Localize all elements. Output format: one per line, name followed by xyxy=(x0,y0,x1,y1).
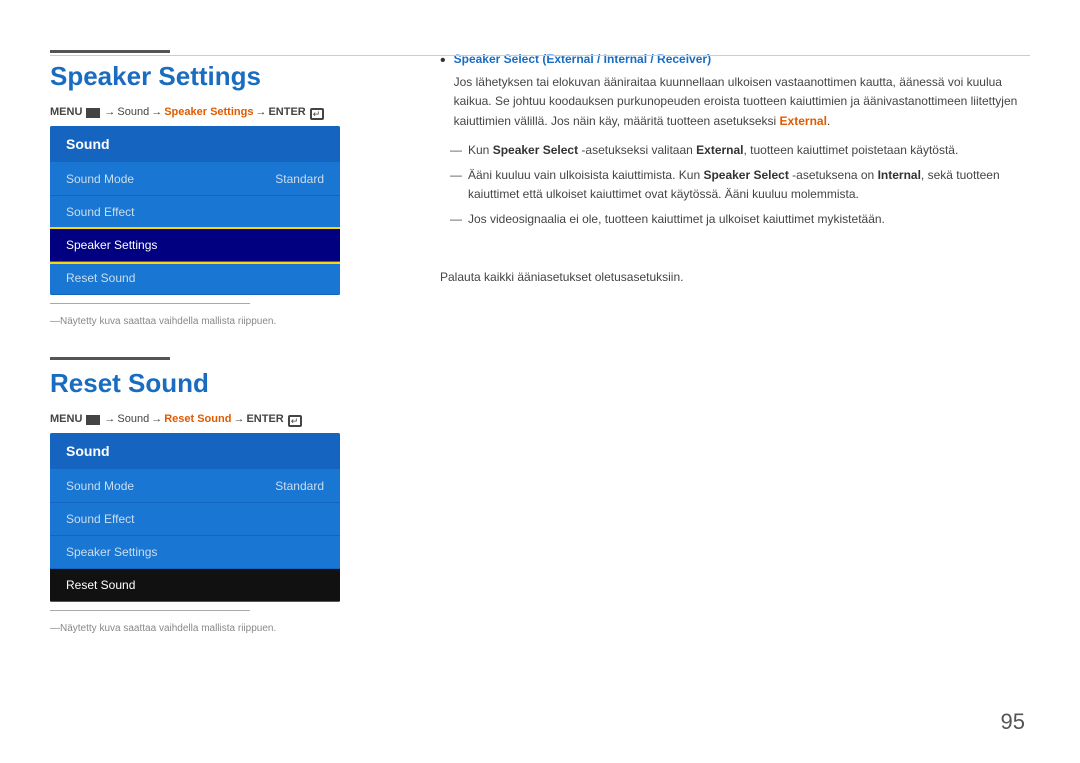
left-column: Speaker Settings MENU → Sound → Speaker … xyxy=(50,40,410,733)
title-accent-speaker xyxy=(50,50,170,53)
page-number: 95 xyxy=(1001,709,1025,735)
speaker-settings-section: Speaker Settings MENU → Sound → Speaker … xyxy=(50,50,390,327)
reset-sound-title: Reset Sound xyxy=(50,368,390,399)
menu-item-reset-sound-1[interactable]: Reset Sound xyxy=(50,262,340,295)
divider-1 xyxy=(50,303,250,304)
title-accent-reset xyxy=(50,357,170,360)
item-label: Sound Effect xyxy=(66,512,135,526)
sub-bullet-2: — Ääni kuuluu vain ulkoisista kaiuttimis… xyxy=(450,166,1030,204)
sound-menu-header-2: Sound xyxy=(50,433,340,470)
item-label: Sound Mode xyxy=(66,479,134,493)
item-label: Sound Mode xyxy=(66,172,134,186)
menu-label-2: MENU xyxy=(50,413,82,425)
bullet-dot: • xyxy=(440,52,446,131)
speaker-select-bullet: • Speaker Select (External / Internal / … xyxy=(440,50,1030,131)
reset-sound-menu-path: MENU → Sound → Reset Sound → ENTER xyxy=(50,413,390,425)
menu-grid-icon xyxy=(86,108,100,118)
enter-icon-1 xyxy=(310,108,324,120)
menu-item-speaker-settings[interactable]: Speaker Settings xyxy=(50,229,340,262)
menu-item-speaker-settings-2[interactable]: Speaker Settings xyxy=(50,536,340,569)
menu-item-sound-effect-1[interactable]: Sound Effect xyxy=(50,196,340,229)
menu-item-sound-effect-2[interactable]: Sound Effect xyxy=(50,503,340,536)
speaker-select-content: Speaker Select (External / Internal / Re… xyxy=(454,50,1030,131)
divider-2 xyxy=(50,610,250,611)
sub-bullet-3: — Jos videosignaalia ei ole, tuotteen ka… xyxy=(450,210,1030,229)
reset-sound-footnote: Näytetty kuva saattaa vaihdella mallista… xyxy=(50,623,390,634)
item-label: Speaker Settings xyxy=(66,238,157,252)
speaker-settings-menu-box: Sound Sound Mode Standard Sound Effect S… xyxy=(50,126,340,295)
external-text: External xyxy=(780,114,827,128)
speaker-settings-menu-path: MENU → Sound → Speaker Settings → ENTER xyxy=(50,106,390,118)
menu-item-sound-mode-2[interactable]: Sound Mode Standard xyxy=(50,470,340,503)
item-label: Speaker Settings xyxy=(66,545,157,559)
top-divider-line xyxy=(50,55,1030,56)
menu-grid-icon-2 xyxy=(86,415,100,425)
reset-description: Palauta kaikki ääniasetukset oletusasetu… xyxy=(440,270,1030,284)
speaker-settings-title: Speaker Settings xyxy=(50,61,390,92)
speaker-select-body: Jos lähetyksen tai elokuvan ääniraitaa k… xyxy=(454,73,1030,131)
sub-bullet-1: — Kun Speaker Select -asetukseksi valita… xyxy=(450,141,1030,160)
item-label: Sound Effect xyxy=(66,205,135,219)
sound-menu-header-1: Sound xyxy=(50,126,340,163)
right-column: • Speaker Select (External / Internal / … xyxy=(410,40,1030,733)
item-label: Reset Sound xyxy=(66,578,135,592)
reset-sound-section: Reset Sound MENU → Sound → Reset Sound →… xyxy=(50,357,390,634)
menu-label: MENU xyxy=(50,106,82,118)
item-value: Standard xyxy=(275,172,324,186)
item-value: Standard xyxy=(275,479,324,493)
speaker-select-title-line: Speaker Select (External / Internal / Re… xyxy=(454,50,1030,69)
speaker-settings-footnote: Näytetty kuva saattaa vaihdella mallista… xyxy=(50,316,390,327)
menu-item-reset-sound-selected[interactable]: Reset Sound xyxy=(50,569,340,602)
reset-sound-menu-box: Sound Sound Mode Standard Sound Effect S… xyxy=(50,433,340,602)
enter-icon-2 xyxy=(288,415,302,427)
menu-item-sound-mode-1[interactable]: Sound Mode Standard xyxy=(50,163,340,196)
item-label: Reset Sound xyxy=(66,271,135,285)
speaker-select-section: • Speaker Select (External / Internal / … xyxy=(440,50,1030,230)
